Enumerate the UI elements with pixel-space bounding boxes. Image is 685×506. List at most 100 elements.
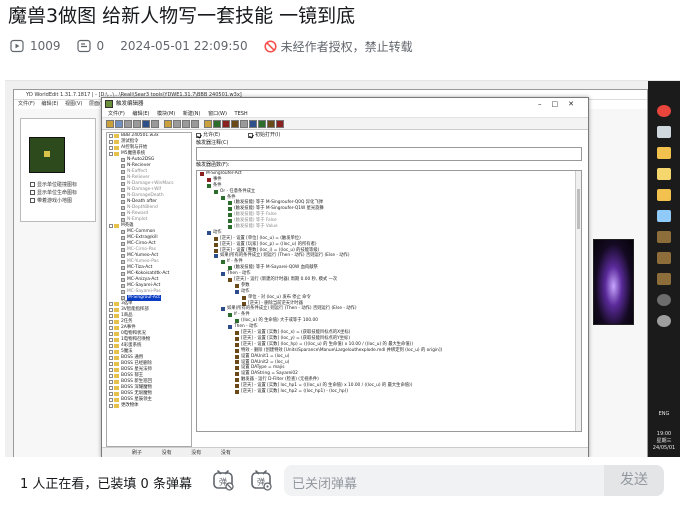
trigger-icon bbox=[121, 272, 125, 276]
clock-date: 24/05/01 bbox=[652, 445, 676, 451]
video-meta: 1009 0 2024-05-01 22:09:50 未经作者授权，禁止转载 bbox=[10, 37, 413, 55]
video-title: 魔兽3做图 给新人物写一套技能 一镜到底 bbox=[8, 5, 356, 27]
function-icon bbox=[235, 342, 239, 347]
function-icon bbox=[228, 207, 232, 212]
trigger-icon bbox=[121, 176, 125, 180]
folder-icon bbox=[114, 362, 119, 366]
expand-icon bbox=[109, 314, 113, 318]
warcraft-icon[interactable] bbox=[657, 231, 671, 243]
window-icon[interactable] bbox=[657, 126, 671, 138]
send-button[interactable]: 发送 bbox=[604, 465, 664, 496]
editor-icon[interactable] bbox=[657, 210, 671, 222]
trigger-editor-toolbar bbox=[102, 118, 588, 130]
publish-date: 2024-05-01 22:09:50 bbox=[120, 39, 248, 53]
expand-icon bbox=[109, 152, 113, 156]
toolbar-button-icon bbox=[173, 120, 181, 128]
folder-icon bbox=[114, 302, 119, 306]
expand-icon bbox=[109, 308, 113, 312]
trigger-icon bbox=[121, 230, 125, 234]
function-icon bbox=[214, 254, 218, 259]
toolbar-button-icon bbox=[191, 120, 199, 128]
windows-taskbar: ENG 19:00 星期三 24/05/01 bbox=[648, 81, 680, 457]
expand-icon bbox=[109, 350, 113, 354]
folder-icon bbox=[114, 320, 119, 324]
function-icon bbox=[235, 366, 239, 371]
spell-effect-preview-image bbox=[593, 239, 634, 325]
toolbar-button-icon bbox=[106, 120, 114, 128]
danmaku-toggle-icon[interactable]: 弹 bbox=[212, 469, 234, 491]
danmaku-count: 0 bbox=[76, 39, 105, 53]
function-icon bbox=[235, 384, 239, 388]
status-4: 没有 bbox=[220, 450, 231, 456]
sync-icon[interactable] bbox=[657, 315, 671, 327]
chrome-icon[interactable] bbox=[657, 105, 671, 117]
expand-icon bbox=[109, 392, 113, 396]
expand-icon bbox=[109, 320, 113, 324]
status-1: 刷子 bbox=[132, 450, 143, 456]
expand-icon bbox=[109, 386, 113, 390]
function-icon bbox=[242, 301, 246, 306]
trigger-editor-window: 触发编辑器 –□✕ 文件(F) 编辑(E) 模块(M) 新建(N) 窗口(W) … bbox=[101, 97, 589, 457]
obs-icon[interactable] bbox=[657, 294, 671, 306]
te-menu-new: 新建(N) bbox=[182, 111, 201, 117]
function-icon bbox=[207, 230, 211, 235]
function-text: [逆天] - 设置 [实数] loc_hp2 = ((loc_hp1) - (l… bbox=[241, 388, 348, 394]
folder-icon bbox=[114, 368, 119, 372]
copyright-text: 未经作者授权，禁止转载 bbox=[280, 39, 413, 54]
function-icon bbox=[235, 360, 239, 365]
trigger-detail-panel: 允许(E) 初始打开(I) 触发器注释(C) 触发器函数(F): M-Singr… bbox=[196, 132, 586, 447]
folder-icon bbox=[114, 146, 119, 150]
function-icon bbox=[214, 248, 218, 253]
function-icon bbox=[235, 372, 239, 377]
warcraft-icon[interactable] bbox=[657, 273, 671, 285]
trigger-function-tree: M-Singroufer-Act 事件 条件 Or - 任意条件成立 条件 (触发技能) … bbox=[196, 170, 582, 432]
function-icon bbox=[228, 325, 232, 330]
video-player[interactable]: YD WorldEdit 1.31.7.1817 | - [D:\...\...… bbox=[5, 80, 680, 457]
notes-icon[interactable] bbox=[657, 168, 671, 180]
folder-icon bbox=[114, 134, 119, 138]
folder-icon[interactable] bbox=[657, 147, 671, 159]
danmaku-bar: 1 人正在看，已装填 0 条弹幕 弹 弹 已关闭弹幕 发送 bbox=[0, 459, 685, 506]
function-icon bbox=[207, 177, 211, 182]
expand-icon bbox=[109, 302, 113, 306]
expand-icon bbox=[109, 224, 113, 228]
function-scrollbar bbox=[575, 171, 581, 431]
folder-icon bbox=[114, 374, 119, 378]
trigger-icon bbox=[121, 212, 125, 216]
expand-icon bbox=[109, 140, 113, 144]
expand-icon bbox=[109, 338, 113, 342]
trigger-icon bbox=[121, 284, 125, 288]
trigger-icon bbox=[121, 182, 125, 186]
folder-icon bbox=[114, 392, 119, 396]
trigger-icon bbox=[121, 200, 125, 204]
folder-icon bbox=[114, 356, 119, 360]
trigger-icon bbox=[121, 242, 125, 246]
folder-icon bbox=[114, 344, 119, 348]
view-count-value: 1009 bbox=[30, 39, 61, 53]
toolbar-button-icon bbox=[231, 120, 239, 128]
function-icon bbox=[214, 236, 218, 241]
folder-icon[interactable] bbox=[657, 189, 671, 201]
toolbar-button-icon bbox=[115, 120, 123, 128]
danmaku-settings-icon[interactable]: 弹 bbox=[250, 469, 272, 491]
trigger-icon bbox=[121, 236, 125, 240]
expand-icon bbox=[109, 146, 113, 150]
play-count-icon bbox=[10, 39, 24, 53]
danmaku-count-value: 0 bbox=[96, 39, 105, 53]
trigger-editor-titlebar: 触发编辑器 –□✕ bbox=[102, 98, 588, 110]
trigger-icon bbox=[121, 164, 125, 168]
folder-icon bbox=[114, 380, 119, 384]
folder-icon bbox=[114, 338, 119, 342]
function-icon bbox=[221, 272, 225, 277]
we-check-2: 显示单位生命图标 bbox=[30, 189, 77, 196]
toolbar-button-icon bbox=[240, 120, 248, 128]
warcraft-icon[interactable] bbox=[657, 252, 671, 264]
toolbar-button-icon bbox=[222, 120, 230, 128]
folder-icon bbox=[114, 386, 119, 390]
function-icon bbox=[228, 224, 232, 229]
function-text: (触发技能) 等于 Value bbox=[234, 224, 278, 230]
function-icon bbox=[235, 283, 239, 288]
trigger-icon bbox=[121, 254, 125, 258]
trigger-icon bbox=[121, 158, 125, 162]
video-page: 魔兽3做图 给新人物写一套技能 一镜到底 1009 0 2024-05-01 2… bbox=[0, 0, 685, 506]
